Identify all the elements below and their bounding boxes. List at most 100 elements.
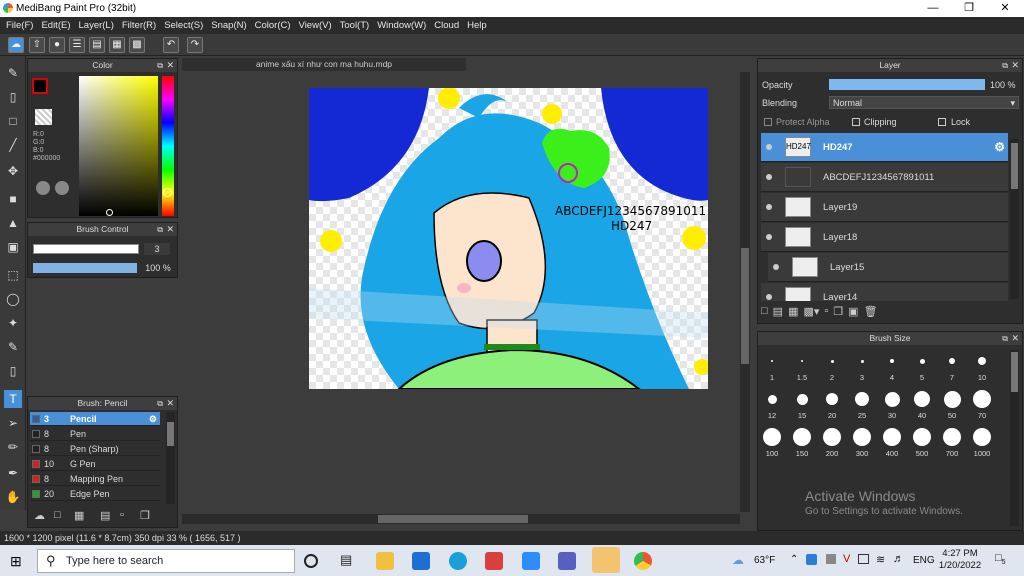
brush-size-option[interactable] [914, 391, 930, 407]
close-icon[interactable]: ✕ [166, 397, 174, 410]
layer-row[interactable]: HD247 HD247 ⚙ [761, 133, 1008, 162]
detach-icon[interactable]: ⧉ [1002, 332, 1008, 345]
brush-size-option[interactable] [978, 357, 986, 365]
menu-layer[interactable]: Layer(L) [77, 17, 120, 34]
chrome-icon[interactable] [634, 552, 652, 570]
close-button[interactable]: ✕ [988, 0, 1022, 17]
gear-icon[interactable]: ⚙ [149, 412, 157, 426]
layer-row[interactable]: Layer19 [761, 193, 1008, 222]
brush-size-option[interactable] [793, 428, 811, 446]
merge-layer-icon[interactable]: ▣ [848, 305, 858, 321]
menu-color[interactable]: Color(C) [253, 17, 297, 34]
brush-size-option[interactable] [855, 392, 869, 406]
add-layer-dropdown-icon[interactable]: ▩▾ [803, 305, 819, 321]
copy-icon[interactable]: ❐ [140, 509, 156, 525]
brush-size-option[interactable] [801, 360, 803, 362]
fill-rect-tool-icon[interactable]: ■ [4, 190, 22, 208]
clipping-checkbox[interactable] [852, 118, 860, 126]
gear-icon[interactable]: ⚙ [994, 133, 1005, 162]
brush-item[interactable]: 8 Pen (Sharp) [30, 442, 160, 456]
maximize-button[interactable]: ❐ [952, 0, 986, 17]
brush-size-option[interactable] [949, 358, 955, 364]
palette-settings-icon[interactable] [55, 181, 69, 195]
brush-size-option[interactable] [913, 428, 931, 446]
detach-icon[interactable]: ⧉ [157, 59, 163, 72]
undo-icon[interactable]: ↶ [163, 37, 179, 53]
redo-icon[interactable]: ↷ [187, 37, 203, 53]
brush-item[interactable]: 8 Mapping Pen [30, 472, 160, 486]
menu-filter[interactable]: Filter(R) [120, 17, 162, 34]
close-icon[interactable]: ✕ [166, 223, 174, 236]
brush-size-option[interactable] [853, 428, 871, 446]
brush-size-option[interactable] [771, 360, 773, 362]
menu-help[interactable]: Help [465, 17, 493, 34]
canvas-horizontal-scrollbar[interactable] [182, 514, 740, 524]
tray-app-icon[interactable] [826, 554, 836, 564]
brush-item[interactable]: 3 Pencil ⚙ [30, 412, 160, 426]
add-brush-icon[interactable]: ▦ [74, 509, 96, 525]
layer-row[interactable]: Layer15 [768, 253, 1008, 282]
palette-icon[interactable] [36, 181, 50, 195]
sv-picker-cursor[interactable] [106, 209, 113, 216]
brush-size-option[interactable] [860, 359, 864, 363]
magic-wand-icon[interactable]: ✦ [4, 314, 22, 332]
temperature[interactable]: 63°F [754, 555, 775, 566]
brush-size-option[interactable] [823, 428, 841, 446]
layer-row[interactable]: Layer14 [761, 283, 1008, 301]
hand-tool-icon[interactable]: ✋ [4, 488, 22, 506]
folder-icon[interactable]: ▫ [824, 305, 828, 321]
app-icon[interactable] [485, 552, 503, 570]
brush-size-option[interactable] [796, 393, 808, 405]
brush-size-option[interactable] [763, 428, 781, 446]
bucket-tool-icon[interactable]: ▲ [4, 214, 22, 232]
menu-file[interactable]: File(F) [4, 17, 39, 34]
visibility-icon[interactable] [766, 204, 772, 210]
brush-size-option[interactable] [919, 358, 925, 364]
cortana-icon[interactable] [304, 554, 318, 568]
windows-start-icon[interactable]: ⊞ [10, 553, 22, 570]
menu-tool[interactable]: Tool(T) [338, 17, 376, 34]
menu-view[interactable]: View(V) [297, 17, 338, 34]
message-icon[interactable]: ☰ [69, 37, 85, 53]
wifi-icon[interactable]: ≋ [876, 553, 885, 566]
layer-row[interactable]: Layer18 [761, 223, 1008, 252]
grid-icon[interactable]: ▩ [129, 37, 145, 53]
brush-list-scrollbar[interactable] [166, 412, 175, 504]
menu-window[interactable]: Window(W) [375, 17, 432, 34]
menu-edit[interactable]: Edit(E) [39, 17, 76, 34]
brush-cloud-icon[interactable]: ☁ [34, 509, 50, 525]
language-indicator[interactable]: ENG [913, 555, 935, 566]
edge-icon[interactable] [449, 552, 467, 570]
visibility-icon[interactable] [766, 234, 772, 240]
close-icon[interactable]: ✕ [1011, 332, 1019, 345]
select-eraser-icon[interactable]: ▯ [4, 362, 22, 380]
brush-size-option[interactable] [973, 428, 991, 446]
layer-list-scrollbar[interactable] [1010, 139, 1019, 299]
canvas-vertical-scrollbar[interactable] [740, 72, 750, 512]
new-8bit-layer-icon[interactable]: ▦ [788, 305, 798, 321]
move-tool-icon[interactable]: ✥ [4, 162, 22, 180]
blending-select[interactable]: Normal ▾ [829, 96, 1019, 109]
brush-size-value[interactable]: 3 [144, 243, 170, 255]
brush-settings-icon[interactable]: ▤ [100, 509, 116, 525]
taskbar-search[interactable]: ⚲ Type here to search [37, 549, 295, 573]
transparent-swatch[interactable] [35, 109, 52, 125]
layer-row[interactable]: ABCDEFJ1234567891011 [761, 163, 1008, 192]
mail-icon[interactable] [412, 552, 430, 570]
brush-tool-icon[interactable]: ✎ [4, 64, 22, 82]
volume-icon[interactable]: ♬ [893, 553, 904, 565]
brush-size-option[interactable] [767, 394, 777, 404]
weather-icon[interactable]: ☁ [732, 553, 744, 567]
menu-snap[interactable]: Snap(N) [209, 17, 252, 34]
lock-checkbox[interactable] [938, 118, 946, 126]
operation-tool-icon[interactable]: ➢ [4, 414, 22, 432]
menu-select[interactable]: Select(S) [162, 17, 209, 34]
select-pen-icon[interactable]: ✎ [4, 338, 22, 356]
layer-opacity-slider[interactable] [829, 79, 985, 90]
file-explorer-icon[interactable] [376, 552, 394, 570]
brush-size-scrollbar[interactable] [1010, 350, 1019, 526]
antivirus-icon[interactable]: V [843, 553, 850, 565]
brush-size-option[interactable] [830, 359, 834, 363]
brush-item[interactable]: 20 Edge Pen [30, 487, 160, 501]
page-icon[interactable]: ▤ [89, 37, 105, 53]
